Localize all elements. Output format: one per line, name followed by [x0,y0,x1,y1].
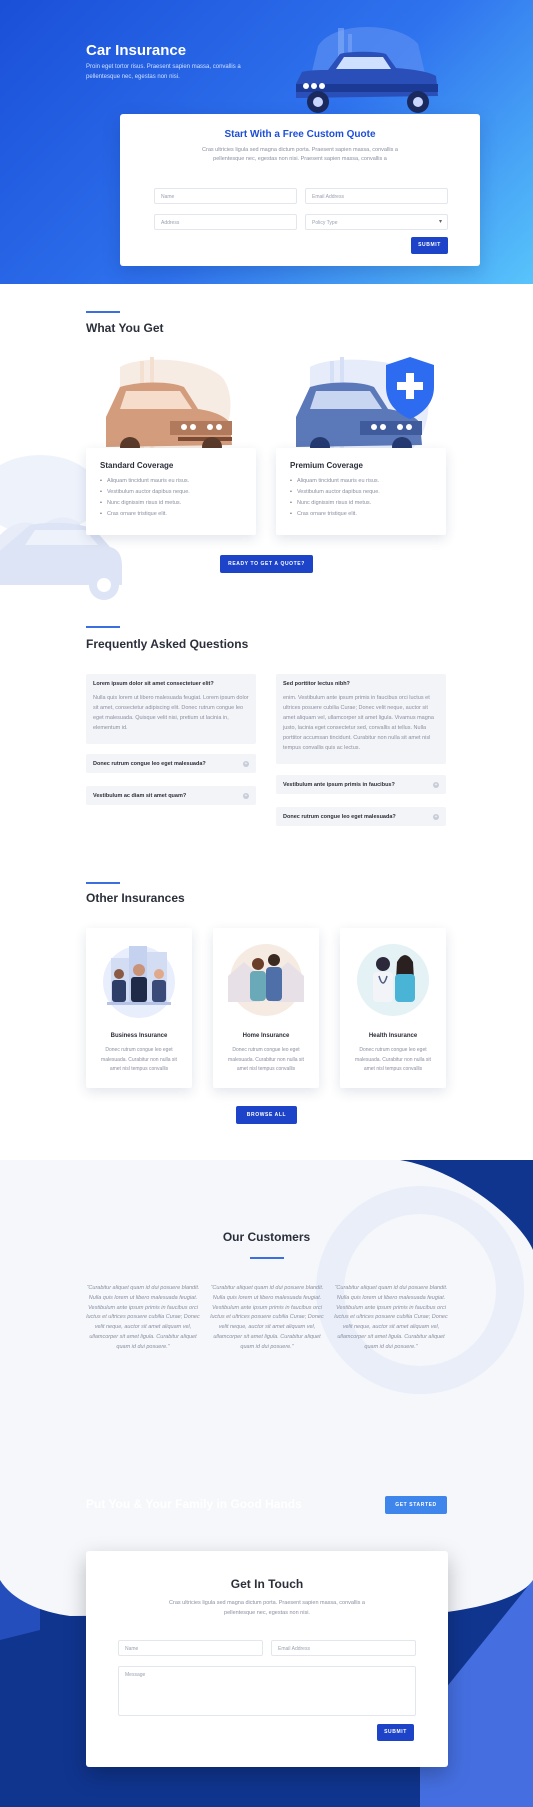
quote-form-title: Start With a Free Custom Quote [224,129,376,140]
plan-feature: Aliquam tincidunt mauris eu risus. [100,476,190,487]
faq-item-expanded[interactable]: Lorem ipsum dolor sit amet consectetuer … [86,674,256,744]
family-home-illustration [228,944,304,1016]
address-input[interactable]: Address [154,214,297,230]
contact-submit-button[interactable]: SUBMIT [377,1724,414,1741]
plan-feature: Cras ornare tristique elit. [290,509,380,520]
faq-item-expanded[interactable]: Sed porttitor lectus nibh? enim. Vestibu… [276,674,446,764]
business-insurance-card[interactable]: Business Insurance Donec rutrum congue l… [86,928,192,1088]
quote-form-card: Start With a Free Custom Quote Cras ultr… [120,114,480,266]
plus-icon: + [243,761,249,767]
plan-feature: Nunc dignissim risus id metus. [100,498,190,509]
premium-coverage-card: Premium Coverage Aliquam tincidunt mauri… [276,448,446,535]
plus-icon: + [243,793,249,799]
faq-item[interactable]: Donec rutrum congue leo eget malesuada? … [276,807,446,826]
get-quote-button[interactable]: READY TO GET A QUOTE? [220,555,313,573]
contact-name-input[interactable]: Name [118,1640,263,1656]
faq-question: Vestibulum ac diam sit amet quam? [93,793,187,799]
message-textarea[interactable]: Message [118,1666,416,1716]
car-illustration [296,26,438,113]
hero-section: Car Insurance Proin eget tortor risus. P… [0,0,533,284]
testimonial-quote: “Curabitur aliquet quam id dui posuere b… [334,1285,448,1350]
plus-icon: + [433,814,439,820]
faq-answer: enim. Vestibulum ante ipsum primis in fa… [283,695,434,751]
quote-submit-button[interactable]: SUBMIT [411,237,448,254]
plus-icon: + [433,782,439,788]
quote-form-subtitle: Cras ultricies ligula sed magna dictum p… [202,147,398,162]
email-input[interactable]: Email Address [305,188,448,204]
contact-title: Get In Touch [230,1577,304,1591]
contact-subtitle: Cras ultricies ligula sed magna dictum p… [169,1600,365,1616]
faq-question: Donec rutrum congue leo eget malesuada? [283,814,396,820]
contact-form-card: Get In Touch Cras ultricies ligula sed m… [86,1551,448,1767]
testimonial-quote: “Curabitur aliquet quam id dui posuere b… [86,1285,200,1350]
insurance-card-title: Business Insurance [110,1033,168,1039]
customers-title: Our Customers [222,1230,311,1244]
standard-car-illustration [106,357,232,457]
policy-type-select[interactable]: Policy Type [305,214,448,230]
plan-feature: Nunc dignissim risus id metus. [290,498,380,509]
name-input[interactable]: Name [154,188,297,204]
faq-question: Donec rutrum congue leo eget malesuada? [93,761,206,767]
faq-item[interactable]: Vestibulum ante ipsum primis in faucibus… [276,775,446,794]
get-started-button[interactable]: GET STARTED [385,1496,447,1514]
section-divider [86,311,120,313]
cta-title: Put You & Your Family in Good Hands [86,1497,302,1511]
health-insurance-card[interactable]: Health Insurance Donec rutrum congue leo… [340,928,446,1088]
health-workers-illustration [357,944,429,1016]
faq-question: Lorem ipsum dolor sit amet consectetuer … [93,681,214,687]
faq-item[interactable]: Donec rutrum congue leo eget malesuada? … [86,754,256,773]
hero-subtitle: Proin eget tortor risus. Praesent sapien… [86,64,241,80]
insurance-card-text: Donec rutrum congue leo eget malesuada. … [101,1047,177,1072]
faq-question: Vestibulum ante ipsum primis in faucibus… [283,782,395,788]
section-divider [250,1257,284,1259]
testimonial-quote: “Curabitur aliquet quam id dui posuere b… [210,1285,324,1350]
home-insurance-card[interactable]: Home Insurance Donec rutrum congue leo e… [213,928,319,1088]
faq-item[interactable]: Vestibulum ac diam sit amet quam? + [86,786,256,805]
other-insurances-title: Other Insurances [86,891,185,905]
plan-title: Standard Coverage [100,461,174,470]
plan-title: Premium Coverage [290,461,363,470]
business-people-illustration [103,946,175,1018]
insurance-card-text: Donec rutrum congue leo eget malesuada. … [355,1047,431,1072]
page: Car Insurance Proin eget tortor risus. P… [0,0,533,1807]
premium-car-illustration [296,357,434,457]
insurance-card-title: Health Insurance [368,1033,418,1039]
standard-coverage-card: Standard Coverage Aliquam tincidunt maur… [86,448,256,535]
contact-email-input[interactable]: Email Address [271,1640,416,1656]
section-divider [86,882,120,884]
plan-feature-list: Aliquam tincidunt mauris eu risus. Vesti… [290,476,380,520]
insurance-card-text: Donec rutrum congue leo eget malesuada. … [228,1047,304,1072]
plan-feature: Vestibulum auctor dapibus neque. [100,487,190,498]
faq-question: Sed porttitor lectus nibh? [283,681,350,687]
browse-all-button[interactable]: BROWSE ALL [236,1106,297,1124]
what-you-get-title: What You Get [86,321,164,335]
section-divider [86,626,120,628]
faq-answer: Nulla quis lorem ut libero malesuada feu… [93,695,249,731]
plan-feature: Vestibulum auctor dapibus neque. [290,487,380,498]
hero-title: Car Insurance [86,42,187,59]
insurance-card-title: Home Insurance [242,1033,290,1039]
plan-feature: Cras ornare tristique elit. [100,509,190,520]
faq-title: Frequently Asked Questions [86,637,249,651]
plan-feature: Aliquam tincidunt mauris eu risus. [290,476,380,487]
plan-feature-list: Aliquam tincidunt mauris eu risus. Vesti… [100,476,190,520]
